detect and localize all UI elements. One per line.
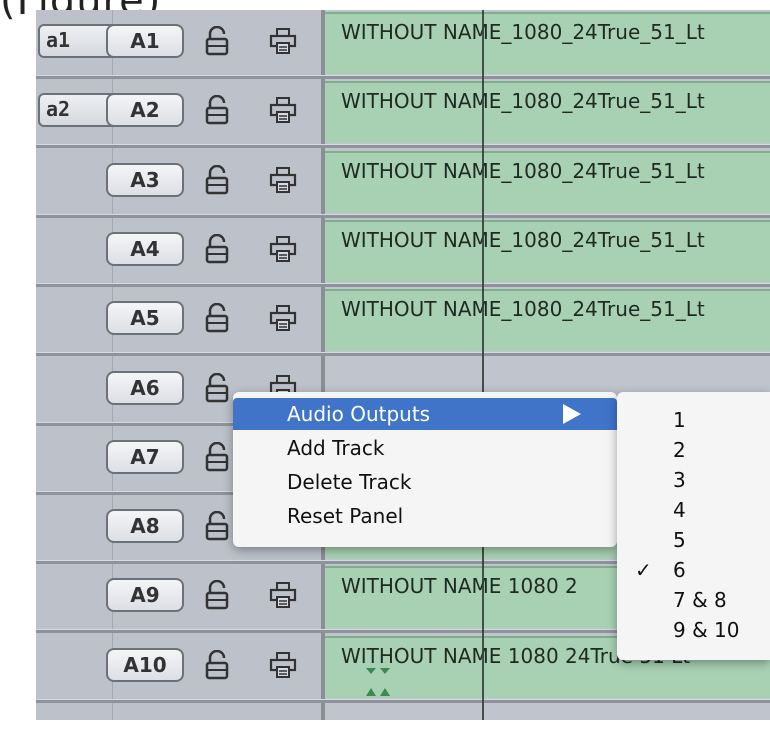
audio-track-row: A5 WITHOUT NAME_1080_24True_51_Lt [36,287,770,357]
audio-clip[interactable]: WITHOUT NAME_1080_24True_51_Lt [325,150,770,213]
lock-icon[interactable] [204,372,230,403]
output-option[interactable]: 3 [617,464,770,494]
printer-icon[interactable] [268,234,298,264]
destination-patch-button[interactable]: A3 [106,162,184,197]
clip-name: WITHOUT NAME_1080_24True_51_Lt [341,297,705,322]
menu-item-label: Delete Track [287,470,412,494]
printer-icon[interactable] [268,650,298,680]
audio-clip[interactable]: WITHOUT NAME_1080_24True_51_Lt [325,12,770,74]
lock-icon[interactable] [204,303,230,333]
output-option[interactable]: 9 & 10 [617,614,770,644]
destination-patch-button[interactable]: A1 [106,24,184,58]
audio-track-row: A3 WITHOUT NAME_1080_24True_51_Lt [36,149,770,218]
destination-patch-button[interactable]: A7 [106,439,184,474]
output-option-label: 2 [673,438,686,462]
output-option[interactable]: 1 [617,404,770,434]
output-option-label: 7 & 8 [673,588,727,612]
menu-item-reset-panel[interactable]: Reset Panel [233,500,617,532]
destination-patch-button[interactable]: A8 [106,509,184,544]
audio-clip[interactable]: WITHOUT NAME_1080_24True_51_Lt [325,289,770,352]
output-option[interactable]: 4 [617,494,770,524]
output-option[interactable]: ✓ 6 [617,554,770,584]
audio-clip[interactable]: WITHOUT NAME_1080_24True_51_Lt [325,219,770,282]
destination-patch-button[interactable]: A5 [106,301,184,336]
destination-patch-button[interactable]: A6 [106,370,184,405]
audio-track-row: a1 A1 WITHOUT NAME_1080_24True_51_Lt [36,10,770,79]
audio-track-row: A4 WITHOUT NAME_1080_24True_51_Lt [36,218,770,287]
lock-icon[interactable] [204,233,230,264]
clip-name: WITHOUT NAME 1080 2 [341,574,578,599]
checkmark-icon: ✓ [635,558,652,582]
lock-icon[interactable] [204,580,230,610]
track-context-menu: Audio Outputs Add Track Delete Track Res… [233,392,617,547]
lock-icon[interactable] [204,511,230,541]
printer-icon[interactable] [268,26,298,56]
menu-item-label: Audio Outputs [287,402,431,426]
edit-point-markers [366,668,390,696]
output-option[interactable]: 7 & 8 [617,584,770,614]
destination-patch-button[interactable]: A4 [106,231,184,266]
menu-item-delete-track[interactable]: Delete Track [233,466,617,498]
destination-patch-button[interactable]: A10 [106,647,184,682]
menu-item-audio-outputs[interactable]: Audio Outputs [233,398,617,430]
lock-icon[interactable] [204,26,230,56]
output-option[interactable]: 5 [617,524,770,554]
destination-patch-button[interactable]: A9 [106,578,184,613]
playhead[interactable] [482,10,484,720]
audio-outputs-submenu: 1 2 3 4 5 ✓ 6 7 & 89 & 10 [617,392,770,660]
audio-track-row: a2 A2 WITHOUT NAME_1080_24True_51_Lt [36,79,770,149]
output-option[interactable]: 2 [617,434,770,464]
clip-name: WITHOUT NAME_1080_24True_51_Lt [341,89,705,114]
source-label: a1 [46,28,71,52]
output-option-label: 4 [673,498,686,522]
printer-icon[interactable] [268,95,298,125]
lock-icon[interactable] [204,649,230,680]
clip-name: WITHOUT NAME_1080_24True_51_Lt [341,20,705,44]
clip-name: WITHOUT NAME_1080_24True_51_Lt [341,227,705,252]
audio-clip[interactable]: WITHOUT NAME_1080_24True_51_Lt [325,81,770,144]
lock-icon[interactable] [204,441,230,472]
output-option-label: 1 [673,408,686,432]
clip-name: WITHOUT NAME_1080_24True_51_Lt [341,158,705,183]
submenu-arrow-icon [563,404,581,424]
destination-patch-button[interactable]: A2 [106,93,184,128]
menu-item-label: Reset Panel [287,504,404,528]
output-option-label: 6 [673,558,686,582]
output-option-label: 5 [673,528,686,552]
output-option-label: 3 [673,468,686,492]
printer-icon[interactable] [268,165,298,195]
lock-icon[interactable] [204,164,230,195]
output-option-label: 9 & 10 [673,618,740,642]
menu-item-add-track[interactable]: Add Track [233,432,617,464]
source-label: a2 [46,97,71,122]
menu-item-label: Add Track [287,436,385,460]
lock-icon[interactable] [204,95,230,125]
printer-icon[interactable] [268,580,298,610]
printer-icon[interactable] [268,303,298,333]
